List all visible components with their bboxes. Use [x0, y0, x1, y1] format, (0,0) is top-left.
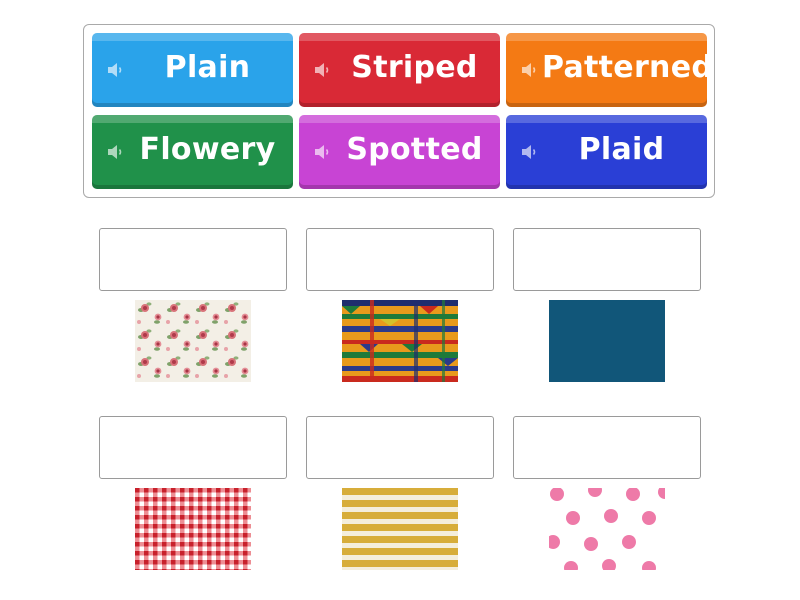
tile-label: Plain — [164, 50, 251, 85]
speaker-icon[interactable] — [105, 142, 125, 162]
tile-label: Spotted — [346, 132, 483, 167]
tile-label: Striped — [351, 50, 478, 85]
drop-zone-2[interactable] — [306, 228, 494, 291]
striped-fabric-image — [342, 488, 458, 570]
tile-label: Plaid — [578, 132, 665, 167]
word-tile-striped[interactable]: Striped — [299, 33, 500, 107]
drop-zone-3[interactable] — [513, 228, 701, 291]
speaker-icon[interactable] — [312, 60, 332, 80]
kente-fabric-image — [342, 300, 458, 382]
plain-blue-fabric-image — [549, 300, 665, 382]
word-tile-spotted[interactable]: Spotted — [299, 115, 500, 189]
word-tile-flowery[interactable]: Flowery — [92, 115, 293, 189]
word-tile-plaid[interactable]: Plaid — [506, 115, 707, 189]
speaker-icon[interactable] — [105, 60, 125, 80]
polka-dot-fabric-image — [549, 488, 665, 570]
gingham-fabric-image — [135, 488, 251, 570]
drop-zone-5[interactable] — [306, 416, 494, 479]
speaker-icon[interactable] — [312, 142, 332, 162]
speaker-icon[interactable] — [519, 60, 539, 80]
speaker-icon[interactable] — [519, 142, 539, 162]
match-up-activity: Plain Striped Patterned Flowery Spotted … — [0, 0, 800, 600]
word-tile-plain[interactable]: Plain — [92, 33, 293, 107]
tile-label: Patterned — [542, 50, 714, 85]
word-bank: Plain Striped Patterned Flowery Spotted … — [83, 24, 715, 198]
floral-fabric-image — [135, 300, 251, 382]
drop-zone-4[interactable] — [99, 416, 287, 479]
word-tile-patterned[interactable]: Patterned — [506, 33, 714, 107]
drop-zone-6[interactable] — [513, 416, 701, 479]
tile-label: Flowery — [139, 132, 276, 167]
drop-zone-1[interactable] — [99, 228, 287, 291]
